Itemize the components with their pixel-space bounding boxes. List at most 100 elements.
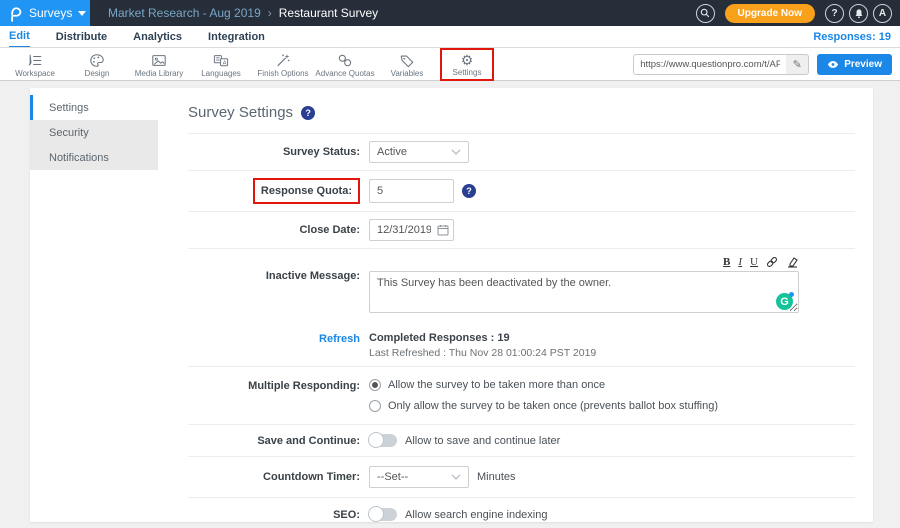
toolbar-advance-quotas-label: Advance Quotas: [315, 69, 374, 78]
search-button[interactable]: [696, 4, 715, 23]
toolbar-variables-label: Variables: [391, 69, 424, 78]
toolbar-media-library[interactable]: Media Library: [128, 51, 190, 78]
chevron-down-icon: [451, 474, 461, 480]
refresh-row: Refresh Completed Responses : 19 Last Re…: [188, 325, 855, 366]
svg-text:A: A: [223, 60, 227, 66]
response-quota-help-icon[interactable]: ?: [462, 184, 476, 198]
save-continue-label: Save and Continue:: [188, 435, 360, 447]
image-icon: [151, 53, 167, 68]
responses-count[interactable]: Responses: 19: [813, 31, 891, 43]
survey-status-label: Survey Status:: [188, 146, 360, 158]
editor-toolbar: B I U: [369, 256, 799, 271]
tag-icon: [399, 53, 415, 68]
radio-only-once-label: Only allow the survey to be taken once (…: [388, 400, 718, 412]
countdown-timer-value: --Set--: [377, 471, 408, 483]
preview-button[interactable]: Preview: [817, 54, 892, 75]
toggle-knob: [368, 432, 384, 448]
breadcrumb-folder[interactable]: Market Research - Aug 2019: [108, 6, 261, 20]
link-icon[interactable]: [766, 256, 778, 268]
multiple-responding-label: Multiple Responding:: [188, 379, 360, 392]
edit-url-icon[interactable]: ✎: [786, 58, 808, 71]
survey-settings-help-icon[interactable]: ?: [301, 106, 315, 120]
radio-allow-multiple[interactable]: Allow the survey to be taken more than o…: [369, 379, 718, 391]
underline-button[interactable]: U: [750, 256, 758, 268]
nav-edit[interactable]: Edit: [9, 26, 30, 47]
countdown-timer-row: Countdown Timer: --Set-- Minutes: [188, 456, 855, 497]
response-quota-row: Response Quota: ?: [188, 170, 855, 211]
radio-only-once[interactable]: Only allow the survey to be taken once (…: [369, 400, 718, 412]
calendar-icon[interactable]: [437, 224, 449, 236]
seo-toggle[interactable]: [369, 508, 397, 521]
close-date-label: Close Date:: [188, 224, 360, 236]
refresh-link[interactable]: Refresh: [319, 333, 360, 345]
survey-status-value: Active: [377, 146, 407, 158]
workspace-icon: [27, 53, 43, 68]
toolbar-languages-label: Languages: [201, 69, 241, 78]
refresh-info: Completed Responses : 19 Last Refreshed …: [369, 332, 596, 359]
questionpro-logo-icon: [8, 5, 23, 22]
toolbar-settings[interactable]: ⚙ Settings: [445, 51, 489, 77]
radio-selected-icon: [369, 379, 381, 391]
toolbar-design[interactable]: Design: [66, 51, 128, 78]
help-button[interactable]: ?: [825, 4, 844, 23]
breadcrumb: Market Research - Aug 2019 › Restaurant …: [108, 6, 378, 20]
chain-links-icon: [337, 53, 353, 68]
toolbar-finish-options[interactable]: Finish Options: [252, 51, 314, 78]
toolbar-workspace-label: Workspace: [15, 69, 55, 78]
toolbar-languages[interactable]: A Languages: [190, 51, 252, 78]
response-quota-label: Response Quota:: [253, 178, 360, 204]
sidebar-item-security[interactable]: Security: [30, 120, 158, 145]
inactive-message-row: Inactive Message: B I U: [188, 248, 855, 325]
toolbar-workspace[interactable]: Workspace: [4, 51, 66, 78]
nav-integration[interactable]: Integration: [208, 27, 265, 47]
primary-nav: Edit Distribute Analytics Integration Re…: [0, 26, 900, 48]
surveys-menu[interactable]: Surveys: [0, 0, 90, 26]
save-continue-row: Save and Continue: Allow to save and con…: [188, 424, 855, 456]
caret-down-icon: [78, 11, 86, 16]
toolbar-settings-label: Settings: [453, 68, 482, 77]
heading-row: Survey Settings ?: [188, 88, 855, 133]
topbar: Surveys Market Research - Aug 2019 › Res…: [0, 0, 900, 26]
save-continue-toggle[interactable]: [369, 434, 397, 447]
save-continue-text: Allow to save and continue later: [405, 435, 560, 447]
survey-status-row: Survey Status: Active: [188, 133, 855, 170]
countdown-timer-select[interactable]: --Set--: [369, 466, 469, 488]
italic-button[interactable]: I: [738, 256, 742, 268]
toolbar-advance-quotas[interactable]: Advance Quotas: [314, 51, 376, 78]
survey-status-select[interactable]: Active: [369, 141, 469, 163]
toggle-knob: [368, 506, 384, 522]
grammarly-icon[interactable]: G: [776, 293, 793, 310]
refresh-link-wrap: Refresh: [188, 332, 360, 345]
palette-icon: [89, 53, 105, 68]
countdown-timer-label: Countdown Timer:: [188, 471, 360, 483]
seo-label: SEO:: [188, 509, 360, 521]
sidebar-item-settings[interactable]: Settings: [30, 95, 158, 120]
preview-button-label: Preview: [844, 59, 882, 70]
inactive-message-label: Inactive Message:: [188, 256, 360, 282]
survey-url-input[interactable]: [634, 55, 786, 74]
sidebar-item-notifications[interactable]: Notifications: [30, 145, 158, 170]
avatar[interactable]: A: [873, 4, 892, 23]
upgrade-now-button[interactable]: Upgrade Now: [725, 4, 815, 23]
notifications-button[interactable]: [849, 4, 868, 23]
remove-formatting-icon[interactable]: [786, 256, 799, 268]
breadcrumb-separator: ›: [268, 6, 272, 20]
search-icon: [700, 8, 710, 18]
eye-icon: [827, 60, 839, 69]
bell-icon: [854, 8, 864, 19]
topbar-actions: Upgrade Now ? A: [696, 4, 900, 23]
multiple-responding-options: Allow the survey to be taken more than o…: [369, 379, 718, 412]
nav-distribute[interactable]: Distribute: [56, 27, 107, 47]
chevron-down-icon: [451, 149, 461, 155]
bold-button[interactable]: B: [723, 256, 730, 268]
toolbar-media-library-label: Media Library: [135, 69, 183, 78]
nav-analytics[interactable]: Analytics: [133, 27, 182, 47]
toolbar-variables[interactable]: Variables: [376, 51, 438, 78]
last-refreshed-text: Last Refreshed : Thu Nov 28 01:00:24 PST…: [369, 347, 596, 359]
response-quota-input[interactable]: [369, 179, 454, 203]
editor-area: This Survey has been deactivated by the …: [369, 271, 799, 318]
settings-content: Survey Settings ? Survey Status: Active: [158, 88, 873, 522]
inactive-message-textarea[interactable]: This Survey has been deactivated by the …: [369, 271, 799, 313]
breadcrumb-current: Restaurant Survey: [279, 6, 378, 20]
inactive-message-editor: B I U: [369, 256, 799, 318]
